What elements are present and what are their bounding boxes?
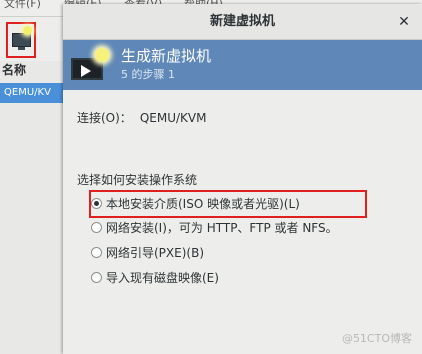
highlight-frame [89,190,367,218]
radio-label: 网络安装(I)，可为 HTTP、FTP 或者 NFS。 [106,221,338,235]
monitor-icon [12,33,31,50]
new-star-icon [23,26,32,35]
radio-import-disk[interactable]: 导入现有磁盘映像(E) [91,269,219,287]
radio-unchecked-icon[interactable] [91,272,102,283]
radio-network-install[interactable]: 网络安装(I)，可为 HTTP、FTP 或者 NFS。 [91,219,338,237]
wizard-banner: 生成新虚拟机 5 的步骤 1 [63,40,422,90]
close-icon[interactable]: ✕ [396,14,412,30]
menu-file[interactable]: 文件(F) [4,0,41,12]
radio-unchecked-icon[interactable] [91,247,102,258]
connection-value: QEMU/KVM [139,111,207,125]
new-vm-dialog: 新建虚拟机 ✕ 生成新虚拟机 5 的步骤 1 连接(O)： QEMU/KVM 选择… [63,4,422,354]
install-method-label: 选择如何安装操作系统 [77,173,198,187]
watermark: @51CTO博客 [341,332,412,345]
new-vm-button[interactable] [6,22,36,58]
banner-title: 生成新虚拟机 [121,47,212,65]
dialog-title: 新建虚拟机 [209,14,275,29]
monitor-play-icon [71,48,111,82]
list-header-name: 名称 [2,63,27,77]
radio-pxe-boot[interactable]: 网络引导(PXE)(B) [91,244,204,262]
step-indicator: 5 的步骤 1 [121,68,175,81]
connection-row: 连接(O)： QEMU/KVM [77,110,206,126]
radio-unchecked-icon[interactable] [91,222,102,233]
radio-label: 导入现有磁盘映像(E) [106,271,219,285]
connection-list-item[interactable]: QEMU/KV [0,83,64,103]
dialog-titlebar: 新建虚拟机 ✕ [63,4,422,40]
connection-label: 连接(O)： [77,111,132,125]
radio-label: 网络引导(PXE)(B) [106,246,204,260]
